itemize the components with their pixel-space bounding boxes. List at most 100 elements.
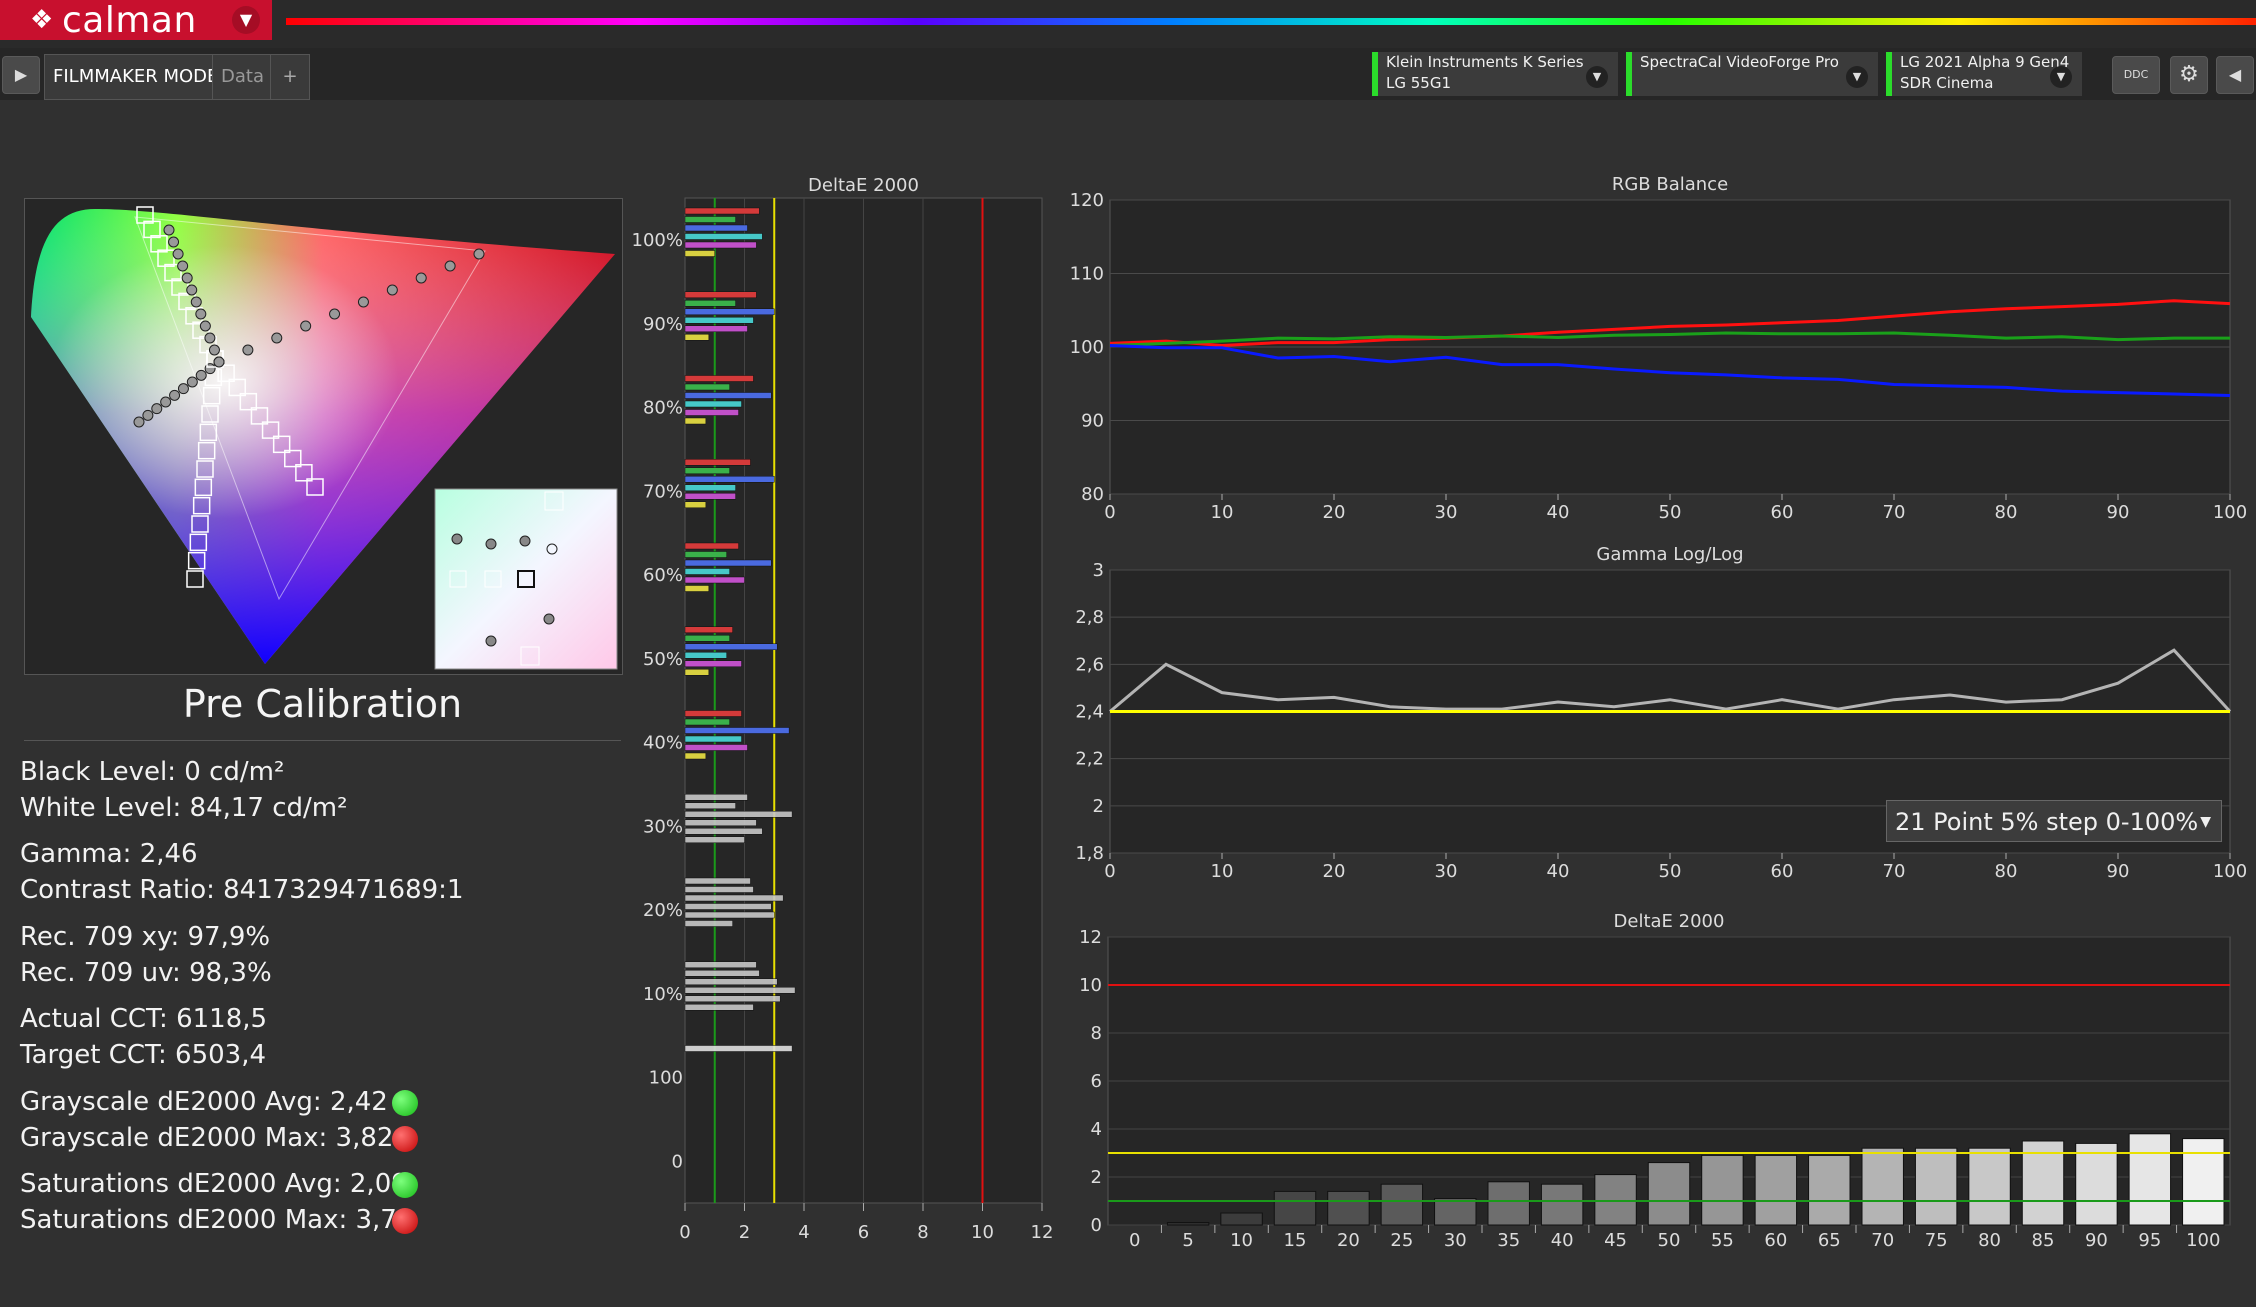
- add-tab-button[interactable]: +: [270, 54, 310, 100]
- y-tick-label: 100%: [632, 230, 683, 251]
- pass-status-icon: [392, 1090, 418, 1116]
- bar: [684, 216, 736, 223]
- divider: [24, 740, 621, 741]
- y-tick-label: 2: [1091, 1167, 1102, 1188]
- device-display[interactable]: LG 2021 Alpha 9 Gen4 SDR Cinema ▼: [1886, 52, 2082, 96]
- measured-point: [190, 296, 202, 308]
- y-tick-label: 2,8: [1075, 607, 1104, 628]
- bar: [1487, 1181, 1530, 1226]
- measured-point: [386, 284, 398, 296]
- play-icon[interactable]: ▶: [2, 56, 40, 94]
- bar: [684, 652, 727, 659]
- y-tick-label: 50%: [643, 649, 683, 670]
- actual-cct: Actual CCT: 6118,5: [20, 1004, 268, 1034]
- y-tick-label: 2,6: [1075, 654, 1104, 675]
- x-tick-label: 65: [1818, 1230, 1841, 1251]
- bar: [684, 903, 772, 910]
- bar: [684, 911, 775, 919]
- bar: [684, 207, 760, 215]
- bar: [684, 542, 739, 550]
- y-tick-label: 3: [1093, 560, 1104, 581]
- rec709-xy: Rec. 709 xy: 97,9%: [20, 922, 271, 952]
- fail-status-icon: [392, 1208, 418, 1234]
- bar: [1434, 1198, 1477, 1226]
- chart-title: DeltaE 2000: [1614, 911, 1725, 932]
- y-tick-label: 100: [1070, 337, 1104, 358]
- chart-title: DeltaE 2000: [808, 175, 919, 196]
- y-tick-label: 80: [1081, 484, 1104, 505]
- device-meter-display: LG 55G1: [1386, 74, 1452, 92]
- bar: [684, 375, 754, 382]
- bar: [1594, 1174, 1637, 1226]
- x-tick-label: 90: [2107, 502, 2130, 523]
- bar: [684, 559, 772, 567]
- measured-point: [444, 260, 456, 272]
- x-tick-label: 12: [1031, 1222, 1054, 1243]
- calman-logo-button[interactable]: ❖ calman ▼: [0, 0, 272, 41]
- bar: [1701, 1154, 1744, 1226]
- x-tick-label: 6: [858, 1222, 869, 1243]
- y-tick-label: 110: [1070, 264, 1104, 285]
- measured-point: [204, 332, 216, 344]
- chevron-down-icon[interactable]: ▼: [1586, 66, 1608, 88]
- bar: [684, 987, 796, 994]
- bar: [684, 476, 775, 483]
- measured-point: [208, 344, 220, 356]
- x-tick-label: 4: [798, 1222, 809, 1243]
- bar: [684, 1045, 793, 1052]
- tab-data[interactable]: Data: [212, 54, 273, 100]
- gamma-chart: Gamma Log/Log 1,8 2 2,2 2,4 2,6 2,8 3 0 10 20 30 40 5…: [1060, 538, 2256, 898]
- cie-diagram: [31, 206, 618, 670]
- step-select[interactable]: 21 Point 5% step 0-100% ▼: [1886, 800, 2222, 842]
- gear-icon[interactable]: ⚙: [2170, 56, 2208, 94]
- bar: [684, 877, 751, 885]
- chevron-down-icon[interactable]: ▼: [2050, 66, 2072, 88]
- device-meter[interactable]: Klein Instruments K Series LG 55G1 ▼: [1372, 52, 1618, 96]
- x-tick-label: 0: [1104, 861, 1115, 882]
- tab-filmmaker-mode[interactable]: FILMMAKER MODE: [44, 54, 228, 100]
- y-tick-label: 2,4: [1075, 702, 1104, 723]
- rainbow-bar: [286, 18, 2256, 25]
- rec709-uv: Rec. 709 uv: 98,3%: [20, 958, 272, 988]
- y-tick-label: 0: [672, 1151, 683, 1172]
- page-title: Pre Calibration: [182, 682, 463, 726]
- x-tick-label: 30: [1435, 861, 1458, 882]
- x-tick-label: 20: [1337, 1230, 1360, 1251]
- pass-status-icon: [392, 1172, 418, 1198]
- bar: [684, 635, 730, 642]
- measured-point: [160, 396, 172, 408]
- device-generator[interactable]: SpectraCal VideoForge Pro ▼: [1626, 52, 1878, 96]
- bar: [684, 710, 742, 717]
- x-tick-label: 85: [2032, 1230, 2055, 1251]
- calman-logo-icon: ❖: [30, 5, 54, 35]
- bar: [684, 467, 730, 474]
- gamma-value: Gamma: 2,46: [20, 839, 198, 869]
- bar: [684, 325, 748, 332]
- rgb-balance-svg: RGB Balance 80 90 100 110 120 0 10 20 30 40 50 60 70 8…: [1070, 174, 2248, 523]
- chevron-down-icon[interactable]: ▼: [232, 6, 260, 34]
- y-tick-label: 2: [1093, 796, 1104, 817]
- y-tick-label: 1,8: [1075, 843, 1104, 864]
- bar: [684, 669, 710, 676]
- contrast-ratio: Contrast Ratio: 8417329471689:1: [20, 875, 464, 905]
- y-tick-label: 0: [1091, 1215, 1102, 1236]
- saturation-max: Saturations dE2000 Max: 3,72: [20, 1205, 414, 1235]
- x-tick-label: 90: [2107, 861, 2130, 882]
- bar: [684, 744, 748, 751]
- grayscale-avg: Grayscale dE2000 Avg: 2,42: [20, 1087, 388, 1117]
- bar: [684, 300, 736, 307]
- y-tick-label: 20%: [643, 900, 683, 921]
- rgb-balance-chart: RGB Balance 80 90 100 110 120 0 10 20 30 40 50 60 70 8…: [1060, 168, 2256, 538]
- bar: [2182, 1138, 2225, 1226]
- chevron-down-icon[interactable]: ▼: [1846, 66, 1868, 88]
- bar: [684, 894, 784, 902]
- bar: [684, 794, 748, 801]
- chevron-down-icon[interactable]: ▼: [2200, 801, 2211, 843]
- bar: [684, 400, 742, 408]
- target-cct: Target CCT: 6503,4: [20, 1040, 267, 1070]
- back-arrow-icon[interactable]: ◀: [2216, 56, 2254, 94]
- y-tick-label: 8: [1091, 1023, 1102, 1044]
- measured-point: [163, 224, 175, 236]
- ddc-button[interactable]: DDC: [2112, 56, 2160, 94]
- bar: [684, 802, 736, 809]
